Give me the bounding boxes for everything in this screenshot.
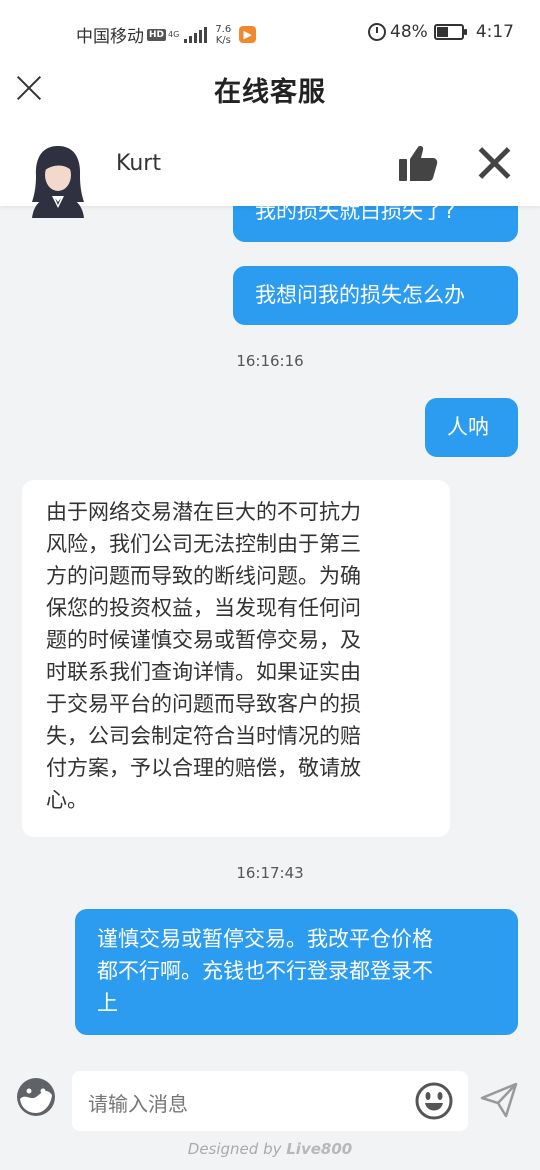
hd-badge: HD [147, 28, 167, 41]
app-notification-icon: ▶ [239, 26, 257, 43]
message-text: 我想问我的损失怎么办 [255, 283, 465, 307]
battery-icon [433, 24, 467, 40]
footer-brand: Live800 [286, 1140, 353, 1158]
message-line: 方的问题而导致的断线问题。为确 [46, 564, 361, 588]
message-line: 由于网络交易潜在巨大的不可抗力 [46, 500, 361, 524]
nav-bar: 在线客服 [0, 66, 540, 126]
message-bubble-user: 我想问我的损失怎么办 [233, 266, 518, 325]
end-chat-icon[interactable] [478, 146, 512, 180]
smile-icon[interactable] [414, 1081, 454, 1121]
network-speed: 7.6 K/s [215, 24, 231, 46]
message-text: 我的损失就白损失了? [255, 206, 456, 223]
message-line: 谨慎交易或暂停交易。我改平仓价格 [97, 927, 433, 951]
alarm-icon [368, 23, 387, 41]
status-left: 中国移动 HD 4G 7.6 K/s ▶ [76, 22, 257, 47]
message-bubble-user: 我的损失就白损失了? [233, 206, 518, 242]
message-line: 都不行啊。充钱也不行登录都登录不 [97, 959, 433, 983]
message-line: 时联系我们查询详情。如果证实由 [46, 660, 361, 684]
message-line: 心。 [46, 788, 88, 812]
message-text: 人呐 [447, 415, 489, 439]
message-line: 失，公司会制定符合当时情况的赔 [46, 724, 361, 748]
message-bubble-user: 谨慎交易或暂停交易。我改平仓价格 都不行啊。充钱也不行登录都登录不 上 [75, 909, 518, 1035]
agent-name: Kurt [116, 151, 161, 176]
page-title: 在线客服 [214, 77, 326, 108]
network-label: 4G [168, 29, 180, 39]
clock: 4:17 [475, 22, 514, 42]
footer-credit: Designed by Live800 [0, 1140, 540, 1158]
avatar [32, 146, 84, 218]
message-bubble-user: 人呐 [425, 398, 518, 457]
input-bar: 请输入消息 [0, 1060, 540, 1140]
message-bubble-agent: 由于网络交易潜在巨大的不可抗力 风险，我们公司无法控制由于第三 方的问题而导致的… [22, 480, 450, 837]
battery-percent: 48% [390, 22, 428, 42]
speed-value: 7.6 [215, 23, 232, 35]
carrier-label: 中国移动 [76, 27, 144, 47]
status-right: 48% 4:17 [368, 22, 514, 42]
message-timestamp: 16:16:16 [236, 352, 304, 370]
agent-header: Kurt [0, 126, 540, 218]
message-timestamp: 16:17:43 [236, 864, 304, 882]
message-line: 付方案，予以合理的赔偿，敬请放 [46, 756, 361, 780]
chat-area: 我的损失就白损失了? 我想问我的损失怎么办 16:16:16 人呐 由于网络交易… [0, 206, 540, 1060]
thumbs-up-icon[interactable] [398, 144, 438, 182]
message-input[interactable]: 请输入消息 [72, 1071, 468, 1131]
speed-unit: K/s [215, 34, 231, 46]
signal-icon [184, 26, 208, 43]
message-line: 保您的投资权益，当发现有任何问 [46, 596, 361, 620]
message-line: 于交易平台的问题而导致客户的损 [46, 692, 361, 716]
input-placeholder: 请输入消息 [88, 1092, 188, 1116]
message-line: 风险，我们公司无法控制由于第三 [46, 532, 361, 556]
footer-prefix: Designed by [187, 1140, 287, 1158]
status-bar: 中国移动 HD 4G 7.6 K/s ▶ 48% 4:17 [0, 0, 540, 66]
send-icon[interactable] [480, 1082, 518, 1118]
message-line: 题的时候谨慎交易或暂停交易，及 [46, 628, 361, 652]
emoji-face-icon[interactable] [16, 1077, 56, 1117]
message-line: 上 [97, 991, 118, 1015]
